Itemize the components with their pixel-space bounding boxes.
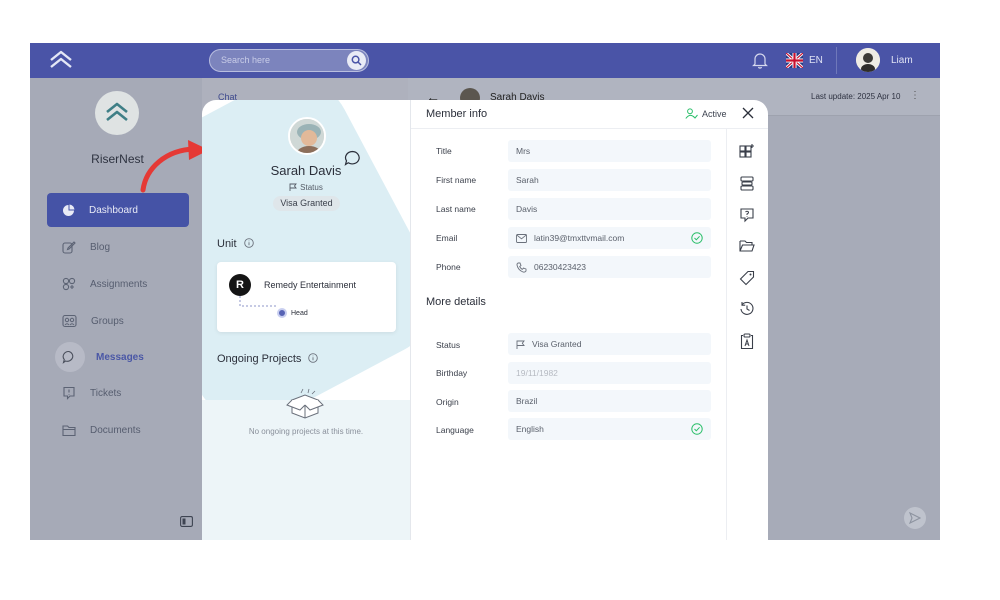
sidebar-item-dashboard[interactable]: Dashboard — [47, 193, 189, 227]
user-avatar[interactable] — [856, 48, 880, 72]
field-label: Title — [436, 146, 452, 156]
edit-icon — [62, 241, 76, 254]
topbar-divider — [836, 47, 837, 74]
collapse-sidebar-icon[interactable] — [180, 516, 193, 527]
more-options-icon[interactable]: ⋮ — [910, 90, 920, 101]
flag-icon — [289, 183, 298, 191]
info-icon[interactable] — [308, 353, 319, 363]
more-details-title: More details — [426, 296, 486, 308]
language-field[interactable]: English — [508, 418, 711, 440]
field-label: Language — [436, 425, 474, 435]
column-divider — [410, 100, 411, 540]
projects-empty-text: No ongoing projects at this time. — [248, 427, 364, 436]
sidebar-item-label: Dashboard — [89, 204, 138, 216]
origin-field[interactable]: Brazil — [508, 390, 711, 412]
verified-icon — [691, 232, 703, 244]
status-field[interactable]: Visa Granted — [508, 333, 711, 355]
sidebar-item-label: Blog — [90, 241, 111, 253]
search-icon[interactable] — [347, 51, 366, 70]
projects-title: Ongoing Projects — [217, 353, 319, 365]
field-label: Email — [436, 233, 458, 243]
sidebar-item-label: Assignments — [90, 278, 148, 290]
field-label: Birthday — [436, 368, 468, 378]
bell-icon[interactable] — [752, 52, 768, 69]
field-label: Origin — [436, 397, 459, 407]
title-field[interactable]: Mrs — [508, 140, 711, 162]
send-icon — [909, 512, 921, 524]
active-status: Active — [685, 108, 727, 119]
sidebar-item-label: Tickets — [90, 387, 122, 399]
assignments-icon — [62, 277, 76, 291]
search-input[interactable]: Search here — [209, 49, 369, 72]
empty-box-icon — [286, 388, 324, 419]
brand-logo-icon — [95, 91, 139, 135]
unit-title: Unit — [217, 238, 254, 250]
pie-chart-icon — [63, 204, 75, 216]
verified-icon — [691, 423, 703, 435]
unit-card[interactable]: R Remedy Entertainment Head — [217, 262, 396, 332]
folder-icon — [62, 424, 76, 436]
tree-connector — [239, 296, 277, 307]
user-check-icon — [685, 108, 698, 119]
send-button[interactable] — [904, 507, 926, 529]
profile-avatar — [288, 117, 326, 155]
status-badge: Visa Granted — [273, 196, 340, 211]
unit-logo: R — [229, 274, 251, 296]
flag-icon — [516, 340, 525, 349]
toolbar-divider — [726, 128, 727, 540]
clipboard-icon[interactable] — [739, 333, 755, 350]
first-name-field[interactable]: Sarah — [508, 169, 711, 191]
sidebar-item-assignments[interactable]: Assignments — [47, 267, 189, 301]
field-label: First name — [436, 175, 477, 185]
status-label: Status — [202, 183, 410, 192]
risernest-logo-icon[interactable] — [48, 49, 74, 73]
sidebar-item-tickets[interactable]: Tickets — [47, 376, 189, 410]
member-info-title: Member info — [426, 108, 488, 120]
unit-role: Head — [277, 308, 308, 318]
sidebar-item-messages[interactable]: Messages — [47, 340, 189, 374]
ticket-icon — [63, 386, 75, 400]
header-divider — [411, 128, 768, 129]
birthday-field[interactable]: 19/11/1982 — [508, 362, 711, 384]
last-update-text: Last update: 2025 Apr 10 — [811, 92, 901, 101]
decorative-shape — [202, 400, 410, 540]
search-placeholder: Search here — [221, 55, 271, 65]
sidebar-item-blog[interactable]: Blog — [47, 230, 189, 264]
close-icon[interactable] — [742, 107, 754, 119]
uk-flag-icon[interactable] — [786, 53, 803, 68]
message-icon — [62, 350, 74, 364]
sidebar-item-documents[interactable]: Documents — [47, 413, 189, 447]
sidebar-item-label: Messages — [96, 351, 144, 363]
groups-icon — [62, 314, 77, 328]
mail-icon — [516, 233, 527, 243]
last-name-field[interactable]: Davis — [508, 198, 711, 220]
history-icon[interactable] — [739, 301, 755, 317]
phone-field[interactable]: 06230423423 — [508, 256, 711, 278]
info-icon[interactable] — [243, 238, 254, 248]
folder-open-icon[interactable] — [739, 239, 755, 253]
user-name[interactable]: Liam — [891, 55, 913, 66]
field-label: Status — [436, 340, 461, 350]
member-info-panel: Sarah Davis Status Visa Granted Unit R R… — [202, 100, 768, 540]
top-bar: Search here EN Liam — [30, 43, 940, 78]
help-chat-icon[interactable] — [739, 207, 755, 223]
phone-icon — [516, 262, 527, 273]
sidebar-item-label: Groups — [91, 315, 124, 327]
layout-align-icon[interactable] — [739, 175, 755, 191]
profile-name: Sarah Davis — [270, 163, 342, 178]
email-field[interactable]: latin39@tmxttvmail.com — [508, 227, 711, 249]
sidebar-item-label: Documents — [90, 424, 141, 436]
profile-column: Sarah Davis Status Visa Granted Unit R R… — [202, 100, 410, 540]
tag-icon[interactable] — [739, 270, 755, 286]
field-label: Phone — [436, 262, 461, 272]
unit-name: Remedy Entertainment — [264, 280, 357, 290]
sidebar-item-groups[interactable]: Groups — [47, 304, 189, 338]
field-label: Last name — [436, 204, 476, 214]
language-selector[interactable]: EN — [809, 55, 823, 66]
add-widget-icon[interactable] — [739, 143, 755, 159]
